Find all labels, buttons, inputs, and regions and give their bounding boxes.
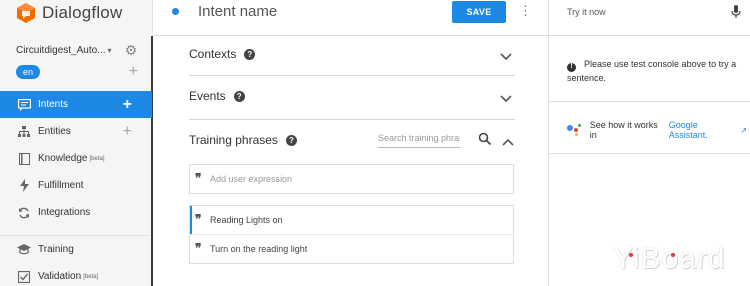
divider: [549, 153, 750, 154]
agent-name: Circuitdigest_Auto...: [16, 44, 106, 56]
console-info-text: Please use test console above to try a s…: [567, 59, 737, 83]
list-item[interactable]: ❞ Turn on the reading light: [190, 235, 513, 263]
sidebar-item-label: Fulfillment: [38, 180, 84, 191]
chevron-down-icon: ▾: [107, 45, 112, 55]
bolt-icon: [17, 179, 31, 193]
try-it-now-input[interactable]: Try it now: [567, 7, 606, 17]
contexts-title: Contexts: [189, 47, 237, 61]
agent-selector[interactable]: Circuitdigest_Auto... ▾: [16, 45, 112, 56]
language-row: en +: [16, 64, 138, 80]
help-icon[interactable]: ?: [244, 48, 256, 60]
chat-icon: [17, 98, 31, 112]
add-language-icon[interactable]: +: [129, 64, 138, 80]
beta-tag: [beta]: [89, 155, 105, 162]
training-phrase-text: Turn on the reading light: [210, 244, 308, 254]
save-button[interactable]: SAVE: [452, 1, 506, 23]
watermark-dot: [671, 253, 675, 257]
checkbox-icon: [17, 270, 31, 284]
sidebar-item-entities[interactable]: Entities +: [0, 118, 152, 145]
sidebar-item-intents[interactable]: Intents +: [0, 91, 152, 118]
intent-priority-dot[interactable]: [172, 8, 179, 15]
beta-tag: [beta]: [83, 273, 99, 280]
contexts-section[interactable]: Contexts ?: [189, 36, 515, 76]
divider: [549, 101, 750, 102]
training-phrase-text: Reading Lights on: [210, 215, 283, 225]
graduation-cap-icon: [17, 243, 31, 257]
sidebar: Dialogflow Circuitdigest_Auto... ▾ ⚙ en …: [0, 0, 154, 286]
brand[interactable]: Dialogflow: [16, 0, 122, 26]
add-expression-placeholder: Add user expression: [210, 174, 293, 184]
external-link-icon[interactable]: ↗: [740, 126, 747, 135]
sidebar-item-training[interactable]: Training: [0, 236, 152, 263]
add-expression-box[interactable]: ❞ Add user expression: [189, 164, 514, 194]
sidebar-item-label: Validation: [38, 271, 82, 282]
google-assistant-icon: [567, 124, 581, 136]
sidebar-item-label: Entities: [38, 126, 71, 137]
chevron-down-icon[interactable]: [499, 50, 513, 64]
training-search-input[interactable]: Search training phrases: [378, 133, 460, 148]
watermark-dot: [629, 253, 633, 257]
quote-icon: ❞: [195, 171, 202, 185]
dialogflow-logo-icon: [17, 3, 35, 23]
google-assistant-row: See how it works in Google Assistant. ↗: [567, 120, 747, 140]
events-title: Events: [189, 89, 226, 103]
chevron-down-icon[interactable]: [499, 92, 513, 106]
info-icon: !: [567, 62, 576, 72]
book-icon: [17, 152, 31, 166]
sidebar-item-validation[interactable]: Validation [beta]: [0, 263, 152, 286]
ga-text: See how it works in: [589, 120, 658, 140]
intent-header: Intent name SAVE ⋮: [153, 0, 548, 36]
more-vert-icon[interactable]: ⋮: [519, 4, 532, 18]
sync-icon: [17, 206, 31, 220]
sidebar-item-label: Knowledge: [38, 153, 88, 164]
sidebar-item-label: Training: [38, 244, 74, 255]
brand-name: Dialogflow: [42, 3, 123, 22]
section-title: Events ?: [189, 89, 245, 103]
console-info: ! Please use test console above to try a …: [567, 58, 745, 84]
add-expression-input[interactable]: ❞ Add user expression: [190, 165, 513, 193]
intent-editor: Intent name SAVE ⋮ Contexts ? Events ? T…: [153, 0, 548, 286]
microphone-icon[interactable]: [731, 5, 741, 19]
agent-selector-row: Circuitdigest_Auto... ▾ ⚙: [16, 43, 138, 57]
add-intent-icon[interactable]: +: [123, 96, 132, 112]
training-phrases-title: Training phrases: [189, 133, 278, 147]
hierarchy-icon: [17, 125, 31, 139]
intent-name-input[interactable]: Intent name: [198, 3, 277, 20]
training-phrases-header: Training phrases ?: [189, 133, 297, 147]
sidebar-item-label: Intents: [38, 99, 69, 110]
quote-icon: ❞: [195, 212, 202, 226]
training-phrases-list: ❞ Reading Lights on ❞ Turn on the readin…: [189, 205, 514, 264]
sidebar-item-label: Integrations: [38, 207, 91, 218]
search-icon[interactable]: [478, 132, 492, 146]
section-title: Contexts ?: [189, 47, 256, 61]
watermark-logo: YiBoard: [613, 242, 726, 275]
quote-icon: ❞: [195, 241, 202, 255]
gear-icon[interactable]: ⚙: [124, 43, 138, 57]
app-root: Dialogflow Circuitdigest_Auto... ▾ ⚙ en …: [0, 0, 750, 286]
sidebar-item-knowledge[interactable]: Knowledge [beta]: [0, 145, 152, 172]
language-badge[interactable]: en: [16, 65, 41, 79]
help-icon[interactable]: ?: [285, 134, 297, 146]
sidebar-item-integrations[interactable]: Integrations: [0, 199, 152, 226]
sidebar-item-fulfillment[interactable]: Fulfillment: [0, 172, 152, 199]
chevron-up-icon[interactable]: [501, 135, 515, 149]
help-icon[interactable]: ?: [233, 90, 245, 102]
events-section[interactable]: Events ?: [189, 76, 515, 120]
add-entity-icon[interactable]: +: [123, 123, 132, 139]
google-assistant-link[interactable]: Google Assistant.: [669, 120, 738, 140]
list-item[interactable]: ❞ Reading Lights on: [190, 206, 513, 234]
try-it-now-bar: Try it now: [549, 0, 750, 36]
